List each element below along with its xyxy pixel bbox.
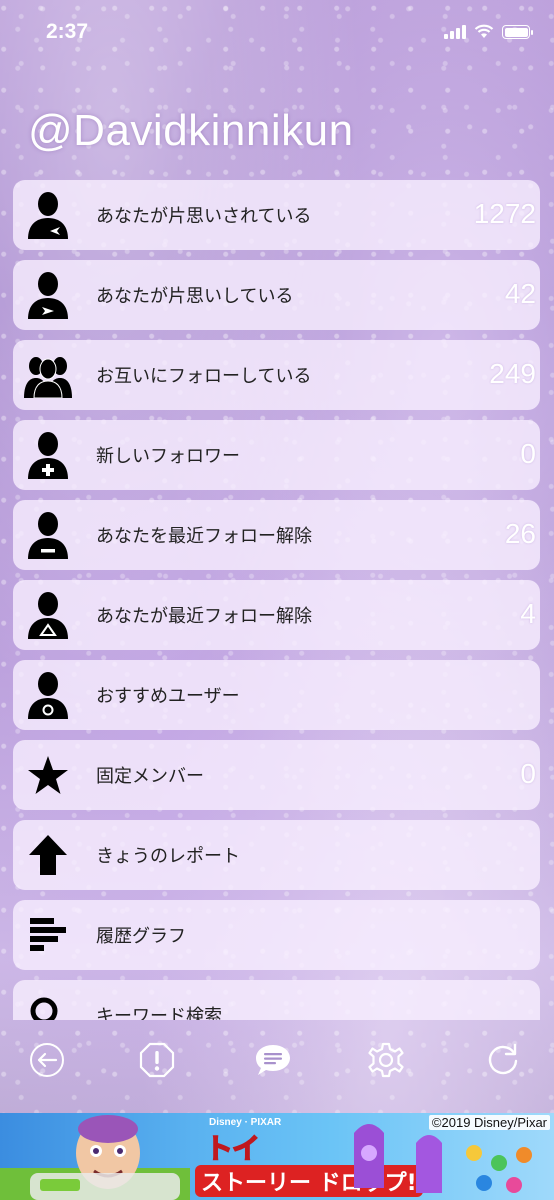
menu-item-label: おすすめユーザー xyxy=(96,686,240,707)
menu-item-count: 42 xyxy=(504,278,536,309)
menu-item-recommended-users[interactable]: おすすめユーザー xyxy=(13,660,540,730)
arrow-up-icon xyxy=(13,820,83,890)
status-bar: 2:37 xyxy=(0,0,554,66)
status-icons xyxy=(444,24,533,39)
search-icon xyxy=(13,980,83,1020)
alert-icon xyxy=(139,1042,175,1078)
person-arrow-right-icon xyxy=(13,260,83,330)
menu-item-mutual-follow[interactable]: お互いにフォローしている 249 xyxy=(13,340,540,410)
menu-item-history-graph[interactable]: 履歴グラフ xyxy=(13,900,540,970)
person-plus-icon xyxy=(13,420,83,490)
menu-item-daily-report[interactable]: きょうのレポート xyxy=(13,820,540,890)
menu-item-count: 0 xyxy=(520,758,536,789)
wifi-icon xyxy=(474,24,494,38)
menu-item-label: 履歴グラフ xyxy=(96,926,186,947)
chat-button[interactable] xyxy=(251,1038,295,1082)
refresh-button[interactable] xyxy=(481,1038,525,1082)
ad-banner[interactable]: Disney · PIXAR トイ ストーリー ドロップ! ©2019 Disn… xyxy=(0,1113,554,1200)
menu-item-label: きょうのレポート xyxy=(96,846,240,867)
bottom-toolbar xyxy=(0,1030,554,1090)
back-button[interactable] xyxy=(25,1038,69,1082)
menu-item-label: あなたが片思いしている xyxy=(96,286,294,307)
people-group-icon xyxy=(13,340,83,410)
person-minus-icon xyxy=(13,500,83,570)
person-arrow-left-icon xyxy=(13,180,83,250)
menu-item-you-recent-unfollow[interactable]: あなたが最近フォロー解除 4 xyxy=(13,580,540,650)
menu-item-label: あなたを最近フォロー解除 xyxy=(96,526,312,547)
settings-icon xyxy=(368,1042,404,1078)
ad-character-image xyxy=(0,1115,190,1200)
menu-item-count: 26 xyxy=(504,518,536,549)
menu-item-label: お互いにフォローしている xyxy=(96,366,312,387)
menu-item-label: 新しいフォロワー xyxy=(96,446,240,467)
cellular-signal-icon xyxy=(444,25,466,39)
menu-item-label: 固定メンバー xyxy=(96,766,204,787)
ad-title: トイ xyxy=(204,1131,261,1166)
menu-item-label: キーワード検索 xyxy=(96,1006,222,1020)
settings-button[interactable] xyxy=(364,1038,408,1082)
menu-item-count: 0 xyxy=(520,438,536,469)
status-time: 2:37 xyxy=(46,20,89,43)
menu-item-unrequited-by-others[interactable]: あなたが片思いされている 1272 xyxy=(13,180,540,250)
person-circle-icon xyxy=(13,660,83,730)
menu-item-label: あなたが最近フォロー解除 xyxy=(96,606,312,627)
page-title: @Davidkinnikun xyxy=(28,106,354,155)
person-triangle-icon xyxy=(13,580,83,650)
back-icon xyxy=(30,1043,64,1077)
star-icon xyxy=(13,740,83,810)
bar-graph-icon xyxy=(13,900,83,970)
refresh-icon xyxy=(488,1043,518,1075)
ad-copyright: ©2019 Disney/Pixar xyxy=(428,1115,550,1130)
menu-item-count: 1272 xyxy=(473,198,536,229)
menu-list: あなたが片思いされている 1272 あなたが片思いしている 42 お互いにフォロ… xyxy=(13,180,540,1020)
menu-item-count: 249 xyxy=(489,358,536,389)
menu-item-unrequited-by-you[interactable]: あなたが片思いしている 42 xyxy=(13,260,540,330)
menu-item-keyword-search[interactable]: キーワード検索 xyxy=(13,980,540,1020)
chat-icon xyxy=(256,1045,290,1075)
menu-item-count: 4 xyxy=(520,598,536,629)
report-button[interactable] xyxy=(135,1038,179,1082)
battery-icon xyxy=(502,25,533,39)
menu-item-label: あなたが片思いされている xyxy=(96,206,312,227)
menu-item-pinned-members[interactable]: 固定メンバー 0 xyxy=(13,740,540,810)
menu-item-new-followers[interactable]: 新しいフォロワー 0 xyxy=(13,420,540,490)
menu-item-recent-unfollow-you[interactable]: あなたを最近フォロー解除 26 xyxy=(13,500,540,570)
